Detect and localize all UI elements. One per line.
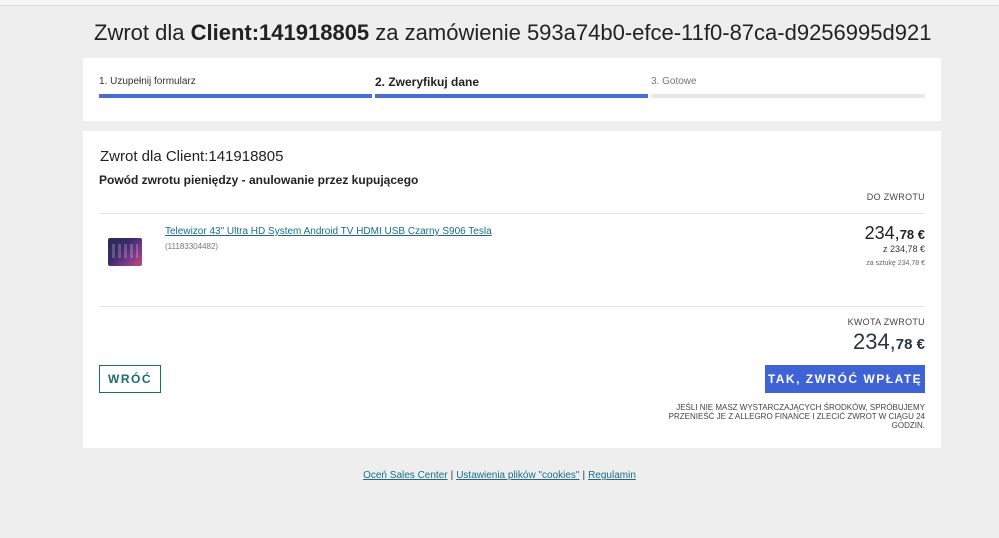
price-decimal: 78 €: [899, 227, 925, 242]
step-verify-data: 2. Zweryfikuj dane: [375, 58, 648, 121]
step-progress-bar: [99, 94, 372, 98]
insufficient-funds-notice: Jeśli nie masz wystarczających środków, …: [668, 403, 925, 430]
step-label: 1. Uzupełnij formularz: [99, 76, 196, 87]
item-refund-price: 234,78 €: [865, 223, 925, 244]
step-done: 3. Gotowe: [651, 58, 925, 121]
footer-separator: |: [582, 470, 586, 481]
title-prefix: Zwrot dla: [94, 20, 185, 45]
tv-thumbnail-icon: [108, 238, 142, 266]
footer-separator: |: [450, 470, 454, 481]
footer-link-cookie-settings[interactable]: Ustawienia plików "cookies": [456, 470, 579, 481]
price-of-total: z 234,78 €: [882, 244, 925, 254]
refund-amount-label: KWOTA ZWROTU: [847, 317, 925, 327]
title-middle: za zamówienie: [375, 20, 521, 45]
confirm-refund-button[interactable]: TAK, ZWRÓĆ WPŁATĘ: [765, 365, 925, 393]
back-button[interactable]: WRÓĆ: [99, 365, 161, 393]
refund-summary-card: Zwrot dla Client:141918805 Powód zwrotu …: [83, 131, 941, 448]
step-progress-bar: [651, 94, 925, 98]
top-edge: [0, 0, 999, 6]
card-title: Zwrot dla Client:141918805: [100, 148, 284, 165]
title-client: Client:141918805: [190, 20, 370, 45]
title-order-id: 593a74b0-efce-11f0-87ca-d9256995d921: [526, 20, 932, 45]
step-progress-bar: [375, 94, 648, 98]
price-per-unit: za sztukę 234,78 €: [866, 260, 925, 267]
footer-link-terms[interactable]: Regulamin: [588, 470, 636, 481]
step-label: 3. Gotowe: [651, 76, 697, 87]
page-title: Zwrot dla Client:141918805 za zamówienie…: [94, 20, 931, 46]
price-integer: 234,: [864, 223, 900, 243]
divider: [99, 306, 925, 307]
column-header-to-refund: DO ZWROTU: [866, 192, 925, 202]
progress-stepper: 1. Uzupełnij formularz 2. Zweryfikuj dan…: [83, 58, 941, 121]
footer-link-rate-sales-center[interactable]: Oceń Sales Center: [363, 470, 448, 481]
step-fill-form: 1. Uzupełnij formularz: [99, 58, 372, 121]
product-id: (11183304482): [165, 242, 219, 251]
divider: [99, 213, 925, 214]
sum-decimal: 78 €: [895, 336, 925, 353]
refund-amount-value: 234,78 €: [853, 329, 925, 355]
product-name-link[interactable]: Telewizor 43" Ultra HD System Android TV…: [165, 226, 492, 237]
sum-integer: 234,: [852, 329, 896, 354]
footer: Oceń Sales Center | Ustawienia plików "coo…: [0, 470, 999, 481]
refund-reason: Powód zwrotu pieniędzy - anulowanie prze…: [99, 173, 419, 187]
step-label: 2. Zweryfikuj dane: [375, 75, 480, 89]
